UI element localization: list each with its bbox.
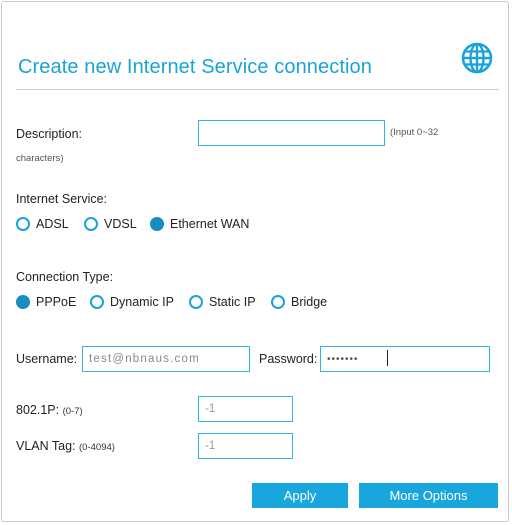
vlan-label: VLAN Tag: (0-4094) <box>16 439 115 453</box>
radio-label: ADSL <box>36 217 69 231</box>
apply-button[interactable]: Apply <box>252 483 348 508</box>
vlan-input[interactable] <box>198 433 293 459</box>
vlan-label-text: VLAN Tag: <box>16 439 76 453</box>
username-input[interactable] <box>82 346 250 372</box>
radio-label: Bridge <box>291 295 328 309</box>
radio-label: Ethernet WAN <box>170 217 250 231</box>
radio-circle-icon <box>271 295 285 309</box>
radio-adsl[interactable]: ADSL <box>16 217 69 231</box>
description-label: Description: <box>16 127 82 141</box>
priority-range: (0-7) <box>62 406 83 417</box>
radio-selected-icon <box>16 295 30 309</box>
password-label: Password: <box>259 352 318 366</box>
priority-label-text: 802.1P: <box>16 403 60 417</box>
globe-icon <box>461 42 493 74</box>
radio-circle-icon <box>84 217 98 231</box>
vlan-range: (0-4094) <box>79 442 115 453</box>
radio-selected-icon <box>150 217 164 231</box>
internet-service-label: Internet Service: <box>16 192 108 206</box>
more-options-button[interactable]: More Options <box>359 483 498 508</box>
text-caret <box>387 350 388 366</box>
radio-bridge[interactable]: Bridge <box>271 295 327 309</box>
radio-vdsl[interactable]: VDSL <box>84 217 137 231</box>
create-connection-dialog: Create new Internet Service connection D… <box>1 1 509 522</box>
radio-circle-icon <box>189 295 203 309</box>
radio-circle-icon <box>90 295 104 309</box>
radio-ethernet-wan[interactable]: Ethernet WAN <box>150 217 249 231</box>
description-hint: (Input 0~32 <box>390 127 439 138</box>
radio-label: Static IP <box>209 295 256 309</box>
radio-dynamic-ip[interactable]: Dynamic IP <box>90 295 174 309</box>
radio-label: VDSL <box>104 217 137 231</box>
radio-label: PPPoE <box>36 295 77 309</box>
radio-static-ip[interactable]: Static IP <box>189 295 256 309</box>
radio-circle-icon <box>16 217 30 231</box>
username-label: Username: <box>16 352 78 366</box>
priority-label: 802.1P: (0-7) <box>16 403 83 417</box>
title-divider <box>16 89 499 90</box>
radio-label: Dynamic IP <box>110 295 174 309</box>
description-input[interactable] <box>198 120 385 146</box>
radio-pppoe[interactable]: PPPoE <box>16 295 76 309</box>
dialog-title: Create new Internet Service connection <box>18 56 372 78</box>
priority-input[interactable] <box>198 396 293 422</box>
password-input[interactable] <box>320 346 490 372</box>
connection-type-label: Connection Type: <box>16 270 114 284</box>
description-hint-wrap: characters) <box>16 153 64 164</box>
